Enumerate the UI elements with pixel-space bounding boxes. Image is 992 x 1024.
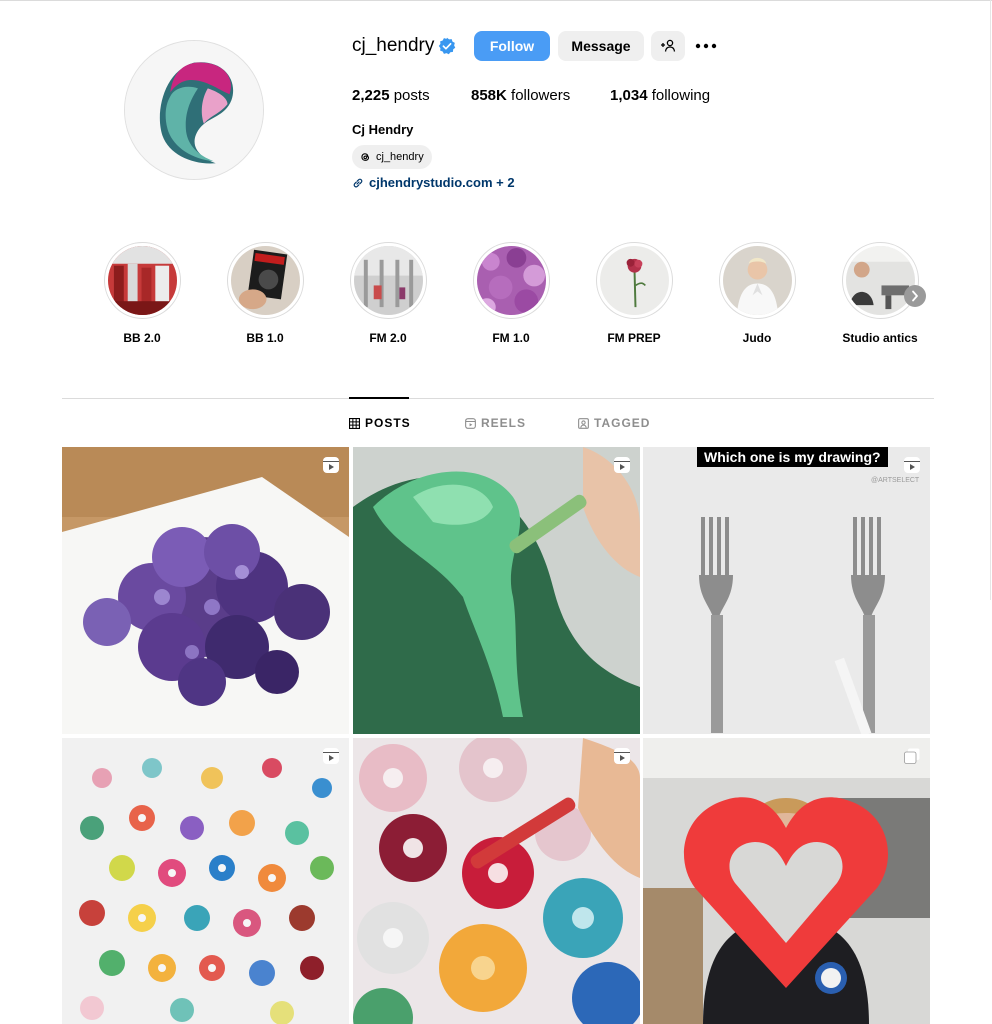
tagged-user-icon <box>578 417 589 429</box>
suggest-users-button[interactable] <box>651 31 685 61</box>
post-tile[interactable] <box>62 738 349 1024</box>
active-tab-indicator <box>349 397 409 399</box>
highlight-label: BB 1.0 <box>246 331 284 345</box>
following-label: following <box>651 87 711 104</box>
highlight-label: FM 2.0 <box>369 331 407 345</box>
reel-icon <box>323 748 339 764</box>
highlight-label: BB 2.0 <box>123 331 161 345</box>
posts-label: posts <box>393 87 430 104</box>
post-tile[interactable] <box>643 738 930 1024</box>
highlight-bb-2[interactable]: BB 2.0 <box>102 242 182 345</box>
highlight-label: FM 1.0 <box>492 331 530 345</box>
reel-icon <box>614 748 630 764</box>
post-image <box>62 738 349 1024</box>
verified-badge-icon <box>438 37 456 55</box>
follow-button[interactable]: Follow <box>474 31 550 61</box>
more-dots-icon <box>695 43 717 49</box>
highlight-cover-image <box>230 246 300 315</box>
post-image <box>62 447 349 734</box>
tab-posts-label: POSTS <box>365 416 411 430</box>
more-options-button[interactable] <box>694 36 718 56</box>
grid-icon <box>349 417 360 429</box>
link-text: cjhendrystudio.com + 2 <box>369 175 515 190</box>
post-tile[interactable] <box>353 447 640 734</box>
reel-icon <box>323 457 339 473</box>
tabs-divider <box>62 398 934 399</box>
highlight-cover-image <box>107 246 177 315</box>
highlight-label: FM PREP <box>607 331 661 345</box>
top-border <box>0 0 992 1</box>
stat-followers[interactable]: 858K followers <box>471 86 570 106</box>
post-image <box>353 447 640 734</box>
posts-count: 2,225 <box>352 87 390 104</box>
add-user-icon <box>661 39 676 52</box>
highlight-label: Studio antics <box>842 331 918 345</box>
post-tile[interactable] <box>353 738 640 1024</box>
profile-link[interactable]: cjhendrystudio.com + 2 <box>352 175 515 190</box>
highlight-cover-image <box>599 246 669 315</box>
highlight-bb-1[interactable]: BB 1.0 <box>225 242 305 345</box>
reel-icon <box>904 457 920 473</box>
highlight-fm-1[interactable]: FM 1.0 <box>471 242 551 345</box>
right-border <box>990 0 991 600</box>
highlights-next-button[interactable] <box>904 285 926 307</box>
stat-posts: 2,225 posts <box>352 86 430 106</box>
chevron-right-icon <box>912 290 918 302</box>
profile-avatar[interactable] <box>124 40 264 180</box>
tab-tagged-label: TAGGED <box>594 416 651 430</box>
tab-reels[interactable]: REELS <box>465 416 526 430</box>
highlight-cover-image <box>353 246 423 315</box>
highlight-cover-image <box>476 246 546 315</box>
followers-count: 858K <box>471 87 507 104</box>
profile-username: cj_hendry <box>352 35 435 56</box>
reels-icon <box>465 417 476 429</box>
highlight-cover-image <box>722 246 792 315</box>
post-tile[interactable] <box>62 447 349 734</box>
tab-reels-label: REELS <box>481 416 527 430</box>
post-tile[interactable]: Which one is my drawing? @ARTSELECT <box>643 447 930 734</box>
post-image <box>643 447 930 734</box>
following-count: 1,034 <box>610 87 648 104</box>
tab-posts[interactable]: POSTS <box>349 416 411 430</box>
avatar-image <box>125 41 263 179</box>
threads-badge[interactable]: cj_hendry <box>352 145 432 169</box>
threads-icon <box>361 153 370 161</box>
reel-icon <box>614 457 630 473</box>
carousel-icon <box>904 748 920 764</box>
followers-label: followers <box>511 87 571 104</box>
post-image <box>643 738 930 1024</box>
highlight-fm-2[interactable]: FM 2.0 <box>348 242 428 345</box>
highlight-judo[interactable]: Judo <box>717 242 797 345</box>
stat-following[interactable]: 1,034 following <box>610 86 710 106</box>
threads-handle: cj_hendry <box>376 151 424 163</box>
highlight-cover-image <box>845 246 915 315</box>
highlight-label: Judo <box>742 331 772 345</box>
link-icon <box>353 178 363 187</box>
message-button[interactable]: Message <box>558 31 644 61</box>
highlight-fm-prep[interactable]: FM PREP <box>594 242 674 345</box>
post-watermark: @ARTSELECT <box>871 477 920 484</box>
profile-full-name: Cj Hendry <box>352 122 414 137</box>
post-image <box>353 738 640 1024</box>
tab-tagged[interactable]: TAGGED <box>578 416 650 430</box>
post-overlay-caption: Which one is my drawing? <box>697 447 888 467</box>
